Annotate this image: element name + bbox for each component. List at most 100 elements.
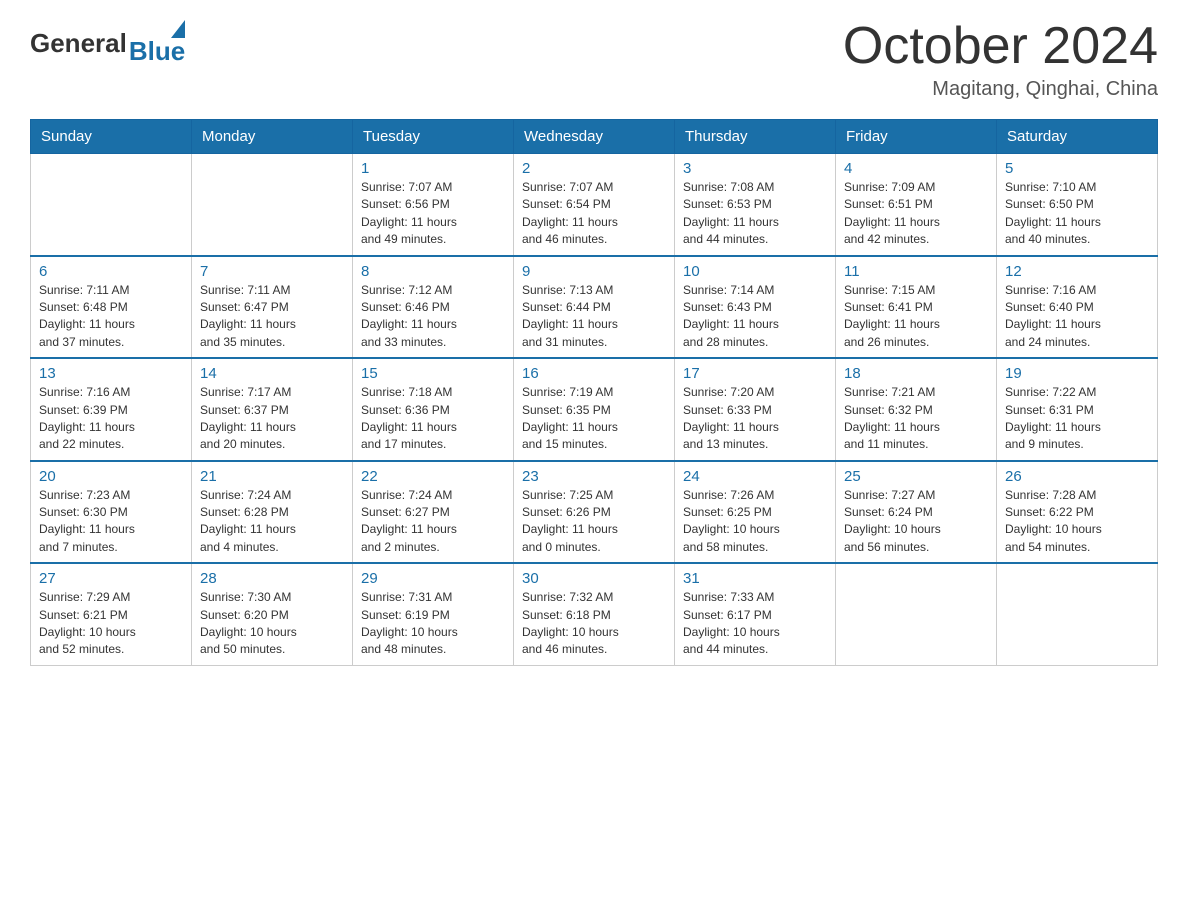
week-row-4: 20 Sunrise: 7:23 AMSunset: 6:30 PMDayligh… <box>31 461 1158 564</box>
day-info: Sunrise: 7:30 AMSunset: 6:20 PMDaylight:… <box>200 589 344 659</box>
day-info: Sunrise: 7:20 AMSunset: 6:33 PMDaylight:… <box>683 384 827 454</box>
day-info: Sunrise: 7:12 AMSunset: 6:46 PMDaylight:… <box>361 282 505 352</box>
day-cell: 14 Sunrise: 7:17 AMSunset: 6:37 PMDayligh… <box>192 358 353 461</box>
month-title: October 2024 <box>843 20 1158 72</box>
day-number: 18 <box>844 365 988 382</box>
day-cell: 31 Sunrise: 7:33 AMSunset: 6:17 PMDayligh… <box>675 563 836 665</box>
day-info: Sunrise: 7:24 AMSunset: 6:28 PMDaylight:… <box>200 487 344 557</box>
day-number: 21 <box>200 468 344 485</box>
location-text: Magitang, Qinghai, China <box>843 78 1158 101</box>
day-number: 19 <box>1005 365 1149 382</box>
day-number: 24 <box>683 468 827 485</box>
day-cell: 22 Sunrise: 7:24 AMSunset: 6:27 PMDayligh… <box>353 461 514 564</box>
day-cell: 29 Sunrise: 7:31 AMSunset: 6:19 PMDayligh… <box>353 563 514 665</box>
day-info: Sunrise: 7:33 AMSunset: 6:17 PMDaylight:… <box>683 589 827 659</box>
day-info: Sunrise: 7:19 AMSunset: 6:35 PMDaylight:… <box>522 384 666 454</box>
day-number: 13 <box>39 365 183 382</box>
day-number: 22 <box>361 468 505 485</box>
day-cell: 1 Sunrise: 7:07 AMSunset: 6:56 PMDaylight… <box>353 154 514 256</box>
day-info: Sunrise: 7:27 AMSunset: 6:24 PMDaylight:… <box>844 487 988 557</box>
day-number: 26 <box>1005 468 1149 485</box>
day-info: Sunrise: 7:21 AMSunset: 6:32 PMDaylight:… <box>844 384 988 454</box>
week-row-3: 13 Sunrise: 7:16 AMSunset: 6:39 PMDayligh… <box>31 358 1158 461</box>
day-number: 9 <box>522 263 666 280</box>
day-cell: 5 Sunrise: 7:10 AMSunset: 6:50 PMDaylight… <box>997 154 1158 256</box>
day-number: 1 <box>361 160 505 177</box>
title-section: October 2024 Magitang, Qinghai, China <box>843 20 1158 101</box>
day-info: Sunrise: 7:16 AMSunset: 6:39 PMDaylight:… <box>39 384 183 454</box>
day-cell <box>997 563 1158 665</box>
day-info: Sunrise: 7:09 AMSunset: 6:51 PMDaylight:… <box>844 179 988 249</box>
day-cell: 13 Sunrise: 7:16 AMSunset: 6:39 PMDayligh… <box>31 358 192 461</box>
day-number: 11 <box>844 263 988 280</box>
logo-general-text: General <box>30 28 127 59</box>
day-info: Sunrise: 7:17 AMSunset: 6:37 PMDaylight:… <box>200 384 344 454</box>
day-cell: 23Sunrise: 7:25 AMSunset: 6:26 PMDayligh… <box>514 461 675 564</box>
day-number: 16 <box>522 365 666 382</box>
day-number: 15 <box>361 365 505 382</box>
day-number: 6 <box>39 263 183 280</box>
day-info: Sunrise: 7:22 AMSunset: 6:31 PMDaylight:… <box>1005 384 1149 454</box>
day-number: 20 <box>39 468 183 485</box>
day-cell: 9 Sunrise: 7:13 AMSunset: 6:44 PMDaylight… <box>514 256 675 359</box>
day-info: Sunrise: 7:08 AMSunset: 6:53 PMDaylight:… <box>683 179 827 249</box>
day-number: 27 <box>39 570 183 587</box>
day-number: 25 <box>844 468 988 485</box>
header-cell-friday: Friday <box>836 120 997 154</box>
day-cell: 17Sunrise: 7:20 AMSunset: 6:33 PMDayligh… <box>675 358 836 461</box>
day-info: Sunrise: 7:18 AMSunset: 6:36 PMDaylight:… <box>361 384 505 454</box>
day-cell: 18 Sunrise: 7:21 AMSunset: 6:32 PMDayligh… <box>836 358 997 461</box>
day-number: 23 <box>522 468 666 485</box>
day-info: Sunrise: 7:29 AMSunset: 6:21 PMDaylight:… <box>39 589 183 659</box>
day-number: 14 <box>200 365 344 382</box>
day-cell: 2 Sunrise: 7:07 AMSunset: 6:54 PMDaylight… <box>514 154 675 256</box>
day-cell: 8 Sunrise: 7:12 AMSunset: 6:46 PMDaylight… <box>353 256 514 359</box>
day-number: 7 <box>200 263 344 280</box>
day-number: 2 <box>522 160 666 177</box>
day-info: Sunrise: 7:28 AMSunset: 6:22 PMDaylight:… <box>1005 487 1149 557</box>
day-number: 10 <box>683 263 827 280</box>
day-cell: 4 Sunrise: 7:09 AMSunset: 6:51 PMDaylight… <box>836 154 997 256</box>
calendar-table: SundayMondayTuesdayWednesdayThursdayFrid… <box>30 119 1158 666</box>
day-number: 3 <box>683 160 827 177</box>
day-info: Sunrise: 7:14 AMSunset: 6:43 PMDaylight:… <box>683 282 827 352</box>
day-number: 29 <box>361 570 505 587</box>
day-info: Sunrise: 7:10 AMSunset: 6:50 PMDaylight:… <box>1005 179 1149 249</box>
day-cell <box>31 154 192 256</box>
day-info: Sunrise: 7:13 AMSunset: 6:44 PMDaylight:… <box>522 282 666 352</box>
day-cell: 7 Sunrise: 7:11 AMSunset: 6:47 PMDaylight… <box>192 256 353 359</box>
day-cell: 15 Sunrise: 7:18 AMSunset: 6:36 PMDayligh… <box>353 358 514 461</box>
day-number: 5 <box>1005 160 1149 177</box>
day-info: Sunrise: 7:24 AMSunset: 6:27 PMDaylight:… <box>361 487 505 557</box>
day-cell: 6Sunrise: 7:11 AMSunset: 6:48 PMDaylight… <box>31 256 192 359</box>
week-row-5: 27 Sunrise: 7:29 AMSunset: 6:21 PMDayligh… <box>31 563 1158 665</box>
day-info: Sunrise: 7:31 AMSunset: 6:19 PMDaylight:… <box>361 589 505 659</box>
day-info: Sunrise: 7:15 AMSunset: 6:41 PMDaylight:… <box>844 282 988 352</box>
day-cell: 19 Sunrise: 7:22 AMSunset: 6:31 PMDayligh… <box>997 358 1158 461</box>
day-info: Sunrise: 7:23 AMSunset: 6:30 PMDaylight:… <box>39 487 183 557</box>
day-cell: 25 Sunrise: 7:27 AMSunset: 6:24 PMDayligh… <box>836 461 997 564</box>
day-number: 31 <box>683 570 827 587</box>
day-info: Sunrise: 7:07 AMSunset: 6:54 PMDaylight:… <box>522 179 666 249</box>
day-cell: 21 Sunrise: 7:24 AMSunset: 6:28 PMDayligh… <box>192 461 353 564</box>
day-number: 28 <box>200 570 344 587</box>
day-cell: 27 Sunrise: 7:29 AMSunset: 6:21 PMDayligh… <box>31 563 192 665</box>
day-number: 8 <box>361 263 505 280</box>
header-cell-wednesday: Wednesday <box>514 120 675 154</box>
day-cell: 28 Sunrise: 7:30 AMSunset: 6:20 PMDayligh… <box>192 563 353 665</box>
day-cell: 12Sunrise: 7:16 AMSunset: 6:40 PMDayligh… <box>997 256 1158 359</box>
day-info: Sunrise: 7:32 AMSunset: 6:18 PMDaylight:… <box>522 589 666 659</box>
day-info: Sunrise: 7:11 AMSunset: 6:47 PMDaylight:… <box>200 282 344 352</box>
day-cell: 30Sunrise: 7:32 AMSunset: 6:18 PMDayligh… <box>514 563 675 665</box>
day-cell <box>836 563 997 665</box>
day-info: Sunrise: 7:07 AMSunset: 6:56 PMDaylight:… <box>361 179 505 249</box>
day-number: 4 <box>844 160 988 177</box>
week-row-2: 6Sunrise: 7:11 AMSunset: 6:48 PMDaylight… <box>31 256 1158 359</box>
header-cell-monday: Monday <box>192 120 353 154</box>
day-cell: 11 Sunrise: 7:15 AMSunset: 6:41 PMDayligh… <box>836 256 997 359</box>
day-cell: 3 Sunrise: 7:08 AMSunset: 6:53 PMDaylight… <box>675 154 836 256</box>
page-header: General Blue October 2024 Magitang, Qing… <box>30 20 1158 101</box>
week-row-1: 1 Sunrise: 7:07 AMSunset: 6:56 PMDaylight… <box>31 154 1158 256</box>
logo: General Blue <box>30 20 185 67</box>
day-cell: 24Sunrise: 7:26 AMSunset: 6:25 PMDayligh… <box>675 461 836 564</box>
